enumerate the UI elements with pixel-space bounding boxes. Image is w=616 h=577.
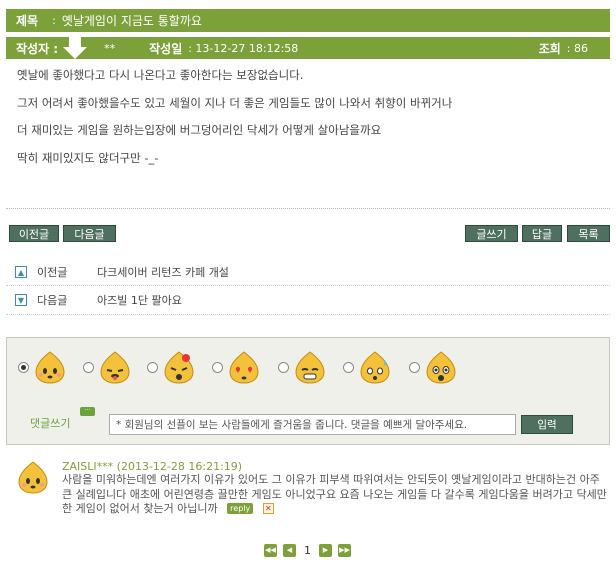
sweat-face-icon[interactable] xyxy=(358,350,392,384)
views-label: 조회 xyxy=(538,41,561,56)
date-label: 작성일 xyxy=(149,41,183,56)
emoticon-option[interactable] xyxy=(409,349,458,385)
next-label: 다음글 xyxy=(37,294,68,307)
comment-date: (2013-12-28 16:21:19) xyxy=(116,460,243,473)
prev-label: 이전글 xyxy=(37,266,68,279)
comment-text: 사람을 미워하는데엔 여러가지 이유가 있어도 그 이유가 피부색 따위여서는 … xyxy=(62,473,607,515)
post-title: 옛날게임이 지금도 통할까요 xyxy=(61,14,202,28)
grin-face-icon[interactable] xyxy=(293,350,327,384)
title-colon: : xyxy=(52,14,56,27)
speech-bubble-icon: ··· xyxy=(80,407,95,416)
comment-author: ZAISLI*** xyxy=(62,460,114,473)
reply-button[interactable]: 답글 xyxy=(522,225,562,242)
prev-title[interactable]: 다크세이버 리턴즈 카페 개설 xyxy=(97,264,229,280)
pagination: ◀◀ ◀ 1 ▶ ▶▶ xyxy=(261,543,354,557)
next-page-icon[interactable]: ▶ xyxy=(319,543,332,557)
angry-face-icon[interactable] xyxy=(162,350,196,384)
smile-face-icon xyxy=(18,461,48,494)
body-line: 딱히 재미있지도 않더구만 -_- xyxy=(17,150,159,165)
author-label: 작성자 : xyxy=(16,41,59,56)
smile-face-icon[interactable] xyxy=(33,350,67,384)
post-title-bar: 제목 : 옛날게임이 지금도 통할까요 xyxy=(6,9,610,32)
chevron-down-icon: ▼ xyxy=(15,294,27,306)
emoticon-option[interactable] xyxy=(278,349,327,385)
divider xyxy=(6,314,610,315)
prev-post-button[interactable]: 이전글 xyxy=(9,225,59,242)
emoticon-option[interactable] xyxy=(343,349,392,385)
emoticon-radio[interactable] xyxy=(409,361,420,373)
emoticon-option[interactable] xyxy=(212,349,261,385)
emoticon-option[interactable] xyxy=(83,349,132,385)
comment-label: 댓글쓰기 xyxy=(30,417,71,430)
page-number[interactable]: 1 xyxy=(304,544,311,557)
author-value: ** xyxy=(104,41,116,55)
post-body: 옛날에 좋아했다고 다시 나온다고 좋아한다는 보장없습니다. 그저 어려서 좋… xyxy=(17,66,607,176)
list-button[interactable]: 목록 xyxy=(567,225,610,242)
emoticon-radio[interactable] xyxy=(147,361,158,373)
prev-page-icon[interactable]: ◀ xyxy=(283,543,296,557)
prev-post-link[interactable]: ▲ 이전글 다크세이버 리턴즈 카페 개설 xyxy=(15,262,595,282)
next-post-button[interactable]: 다음글 xyxy=(63,225,116,242)
emoticon-radio[interactable] xyxy=(212,361,223,373)
close-icon[interactable]: ✕ xyxy=(262,503,274,514)
body-line: 그저 어려서 좋아했을수도 있고 세월이 지나 더 좋은 게임들도 많이 나와서… xyxy=(17,95,453,110)
emoticon-radio[interactable] xyxy=(343,361,354,373)
tongue-face-icon[interactable] xyxy=(98,350,132,384)
divider xyxy=(6,208,610,209)
emoticon-radio[interactable] xyxy=(18,361,29,373)
last-page-icon[interactable]: ▶▶ xyxy=(338,543,351,557)
emoticon-radio[interactable] xyxy=(83,361,94,373)
emoticon-radio[interactable] xyxy=(278,361,289,373)
title-label: 제목 xyxy=(16,14,39,28)
comment-submit-button[interactable]: 입력 xyxy=(521,415,573,434)
body-line: 옛날에 좋아했다고 다시 나온다고 좋아한다는 보장없습니다. xyxy=(17,68,304,82)
post-date: : 13-12-27 18:12:58 xyxy=(188,41,299,55)
body-line: 더 재미있는 게임을 원하는입장에 버그덩어리인 닥세가 어떻게 살아남을까요 xyxy=(17,123,382,137)
emoticon-option[interactable] xyxy=(18,349,67,385)
next-title[interactable]: 아즈빌 1단 팔아요 xyxy=(97,292,182,308)
views-count: : 86 xyxy=(566,41,588,55)
first-page-icon[interactable]: ◀◀ xyxy=(264,543,277,557)
cursor-arrow-icon xyxy=(63,37,88,59)
chevron-up-icon: ▲ xyxy=(15,266,27,278)
comment-text-block: 사람을 미워하는데엔 여러가지 이유가 있어도 그 이유가 피부색 따위여서는 … xyxy=(62,473,612,517)
shock-face-icon[interactable] xyxy=(424,350,458,384)
next-post-link[interactable]: ▼ 다음글 아즈빌 1단 팔아요 xyxy=(15,290,595,310)
comment-reply-button[interactable]: reply xyxy=(227,503,254,514)
comment-input[interactable] xyxy=(109,414,516,435)
write-button[interactable]: 글쓰기 xyxy=(465,225,518,242)
post-info-bar: 작성자 : ** 작성일 : 13-12-27 18:12:58 조회 : 86 xyxy=(6,37,610,59)
love-face-icon[interactable] xyxy=(227,350,261,384)
comment-author-line: ZAISLI*** (2013-12-28 16:21:19) xyxy=(62,460,242,473)
divider xyxy=(6,285,610,286)
emoticon-option[interactable] xyxy=(147,349,196,385)
